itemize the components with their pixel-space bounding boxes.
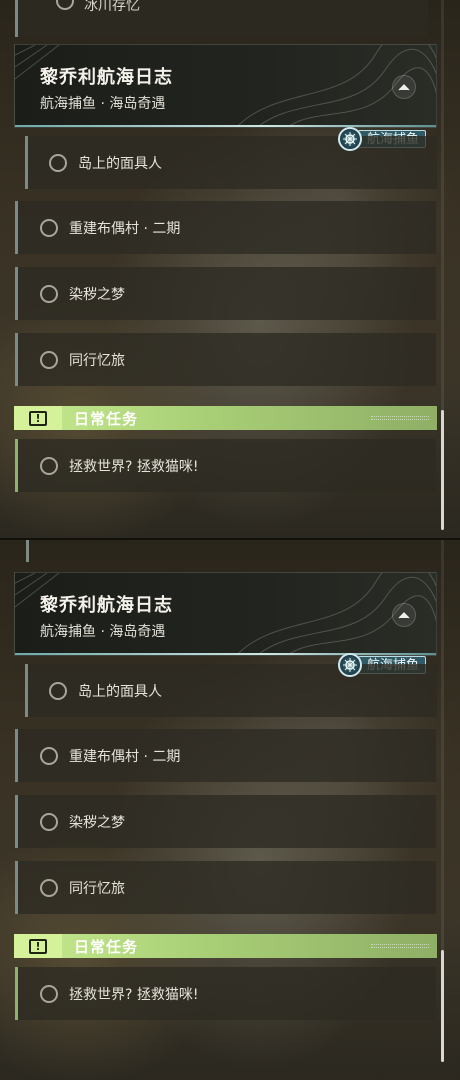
item-label: 岛上的面具人 — [78, 683, 162, 700]
item-label: 重建布偶村 · 二期 — [69, 748, 181, 765]
quest-header[interactable]: 黎乔利航海日志 航海捕鱼 · 海岛奇遇 — [14, 572, 437, 656]
radio-button[interactable] — [40, 218, 58, 237]
radio-button[interactable] — [40, 456, 58, 475]
item-label: 拯救世界? 拯救猫咪! — [69, 986, 199, 1003]
decorative-divider — [371, 416, 429, 420]
list-item[interactable]: 染秽之梦 — [15, 267, 436, 320]
list-item[interactable]: 拯救世界? 拯救猫咪! — [15, 439, 436, 492]
radio-button[interactable] — [40, 746, 58, 765]
item-label: 染秽之梦 — [69, 814, 125, 831]
radio-button[interactable] — [40, 350, 58, 369]
quest-header[interactable]: 黎乔利航海日志 航海捕鱼 · 海岛奇遇 — [14, 44, 437, 128]
radio-button[interactable] — [49, 153, 67, 172]
quest-title: 黎乔利航海日志 — [40, 595, 173, 616]
item-label: 冰川存忆 — [84, 0, 140, 14]
list-item[interactable]: 同行忆旅 — [15, 333, 436, 386]
item-label: 拯救世界? 拯救猫咪! — [69, 458, 199, 475]
quest-subtitle: 航海捕鱼 · 海岛奇遇 — [40, 624, 166, 640]
list-item[interactable]: 岛上的面具人 — [25, 664, 437, 717]
quest-tracker-panel-top: 冰川存忆 黎乔利航海日志 航海捕鱼 · 海岛奇遇 航海捕鱼 岛上的面具人 — [0, 0, 460, 540]
collapse-button[interactable] — [392, 75, 416, 99]
list-item-edge — [26, 540, 29, 562]
chevron-up-icon — [398, 84, 410, 91]
list-item[interactable]: 重建布偶村 · 二期 — [15, 201, 436, 254]
scrollbar-thumb[interactable] — [441, 410, 444, 530]
list-item[interactable]: 重建布偶村 · 二期 — [15, 729, 436, 782]
section-label: 日常任务 — [74, 409, 139, 428]
section-header-daily: ! 日常任务 — [14, 406, 437, 430]
exclamation-icon: ! — [14, 406, 62, 430]
item-label: 同行忆旅 — [69, 880, 125, 897]
section-header-daily: ! 日常任务 — [14, 934, 437, 958]
quest-subtitle: 航海捕鱼 · 海岛奇遇 — [40, 96, 166, 112]
list-item[interactable]: 岛上的面具人 — [25, 136, 437, 189]
list-item[interactable]: 拯救世界? 拯救猫咪! — [15, 967, 436, 1020]
quest-title: 黎乔利航海日志 — [40, 67, 173, 88]
item-label: 岛上的面具人 — [78, 155, 162, 172]
radio-button[interactable] — [49, 681, 67, 700]
quest-tracker-panel-bottom: 黎乔利航海日志 航海捕鱼 · 海岛奇遇 航海捕鱼 岛上的面具人 重建布偶村 · … — [0, 540, 460, 1080]
list-item[interactable]: 同行忆旅 — [15, 861, 436, 914]
item-label: 染秽之梦 — [69, 286, 125, 303]
item-label: 同行忆旅 — [69, 352, 125, 369]
radio-button[interactable] — [40, 812, 58, 831]
radio-button[interactable] — [40, 984, 58, 1003]
ship-wheel-icon — [338, 653, 362, 677]
list-item[interactable]: 冰川存忆 — [15, 0, 428, 37]
collapse-button[interactable] — [392, 603, 416, 627]
section-label: 日常任务 — [74, 937, 139, 956]
item-label: 重建布偶村 · 二期 — [69, 220, 181, 237]
decorative-divider — [371, 944, 429, 948]
ship-wheel-icon — [338, 127, 362, 151]
scrollbar-thumb[interactable] — [441, 950, 444, 1062]
exclamation-icon: ! — [14, 934, 62, 958]
chevron-up-icon — [398, 612, 410, 619]
radio-button[interactable] — [40, 284, 58, 303]
radio-button[interactable] — [40, 878, 58, 897]
radio-button[interactable] — [56, 0, 74, 10]
list-item[interactable]: 染秽之梦 — [15, 795, 436, 848]
